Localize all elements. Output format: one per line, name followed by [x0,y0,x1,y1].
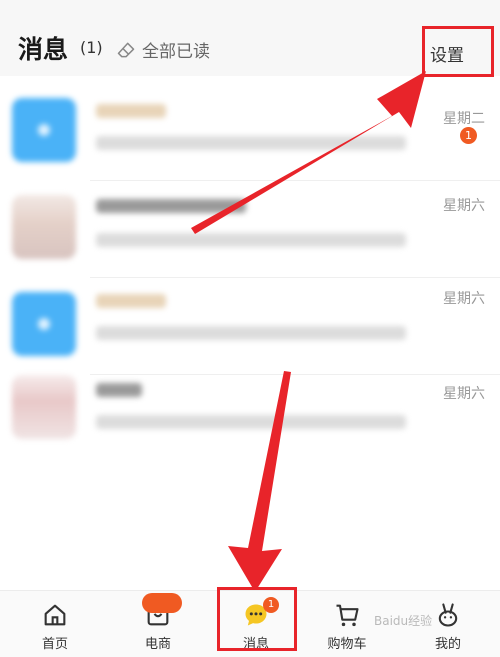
shop-notification-badge [142,593,182,613]
message-preview-blurred [96,415,406,429]
message-time: 星期六 [443,291,485,307]
mark-all-read-button[interactable]: 全部已读 [116,37,210,62]
messages-tab-highlight-box [217,587,297,651]
avatar [12,375,76,439]
tab-label: 购物车 [327,637,367,652]
list-item[interactable]: 星期六 [0,361,500,458]
message-time: 星期六 [443,386,485,402]
sender-name-blurred [96,199,246,213]
eraser-icon [117,42,135,57]
message-time: 星期二 [443,111,485,127]
tab-label: 首页 [41,637,68,652]
watermark: Baidu经验 [374,614,433,628]
cart-icon [336,604,359,627]
tab-label: 我的 [434,637,461,652]
unread-badge: 1 [460,127,477,144]
sender-name-blurred [96,383,142,397]
tab-label: 电商 [144,637,171,652]
message-time: 星期六 [443,198,485,214]
message-preview-blurred [96,136,406,150]
settings-highlight-box [422,26,494,77]
profile-icon [438,603,458,627]
list-item[interactable]: 星期六 [0,181,500,278]
sender-name-blurred [96,104,166,118]
message-preview-blurred [96,326,406,340]
avatar [12,98,76,162]
message-preview-blurred [96,233,406,247]
avatar [12,195,76,259]
page-title: 消息 [18,35,69,64]
home-icon [44,604,66,626]
mark-all-read-label: 全部已读 [142,42,210,62]
avatar [12,292,76,356]
sender-name-blurred [96,294,166,308]
list-item[interactable]: 星期二 [0,84,500,181]
tab-home[interactable]: 首页 [5,591,105,657]
unread-count: (1) [80,38,103,57]
